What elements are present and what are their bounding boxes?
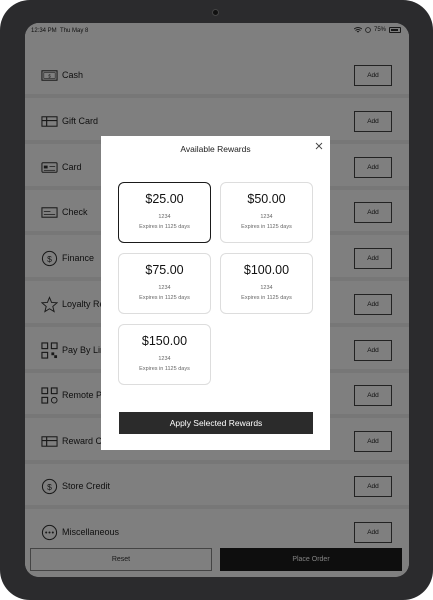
reward-card-option[interactable]: $50.00 1234 Expires in 1125 days [220, 182, 313, 243]
reward-expiry: Expires in 1125 days [241, 295, 292, 301]
available-rewards-modal: Available Rewards $25.00 1234 Expires in… [101, 136, 330, 450]
reward-code: 1234 [260, 214, 273, 220]
apply-selected-rewards-button[interactable]: Apply Selected Rewards [119, 412, 313, 434]
reward-card-option[interactable]: $75.00 1234 Expires in 1125 days [118, 253, 211, 314]
screen: 12:34 PM Thu May 8 75% $ Cash Add Gift C… [25, 23, 409, 577]
reward-expiry: Expires in 1125 days [139, 224, 190, 230]
reward-code: 1234 [158, 285, 171, 291]
close-icon[interactable] [314, 142, 324, 152]
reward-card-option[interactable]: $25.00 1234 Expires in 1125 days [118, 182, 211, 243]
reward-amount: $100.00 [243, 263, 290, 277]
reward-amount: $75.00 [145, 263, 184, 277]
reward-code: 1234 [158, 214, 171, 220]
reward-expiry: Expires in 1125 days [241, 224, 292, 230]
reward-card-option[interactable]: $150.00 1234 Expires in 1125 days [118, 324, 211, 385]
camera [212, 9, 219, 16]
reward-amount: $25.00 [145, 192, 184, 206]
reward-card-option[interactable]: $100.00 1234 Expires in 1125 days [220, 253, 313, 314]
reward-expiry: Expires in 1125 days [139, 366, 190, 372]
modal-title: Available Rewards [180, 144, 251, 154]
reward-expiry: Expires in 1125 days [139, 295, 190, 301]
tablet-frame: 12:34 PM Thu May 8 75% $ Cash Add Gift C… [0, 0, 433, 600]
reward-code: 1234 [260, 285, 273, 291]
reward-code: 1234 [158, 356, 171, 362]
reward-amount: $50.00 [247, 192, 286, 206]
reward-amount: $150.00 [141, 334, 188, 348]
